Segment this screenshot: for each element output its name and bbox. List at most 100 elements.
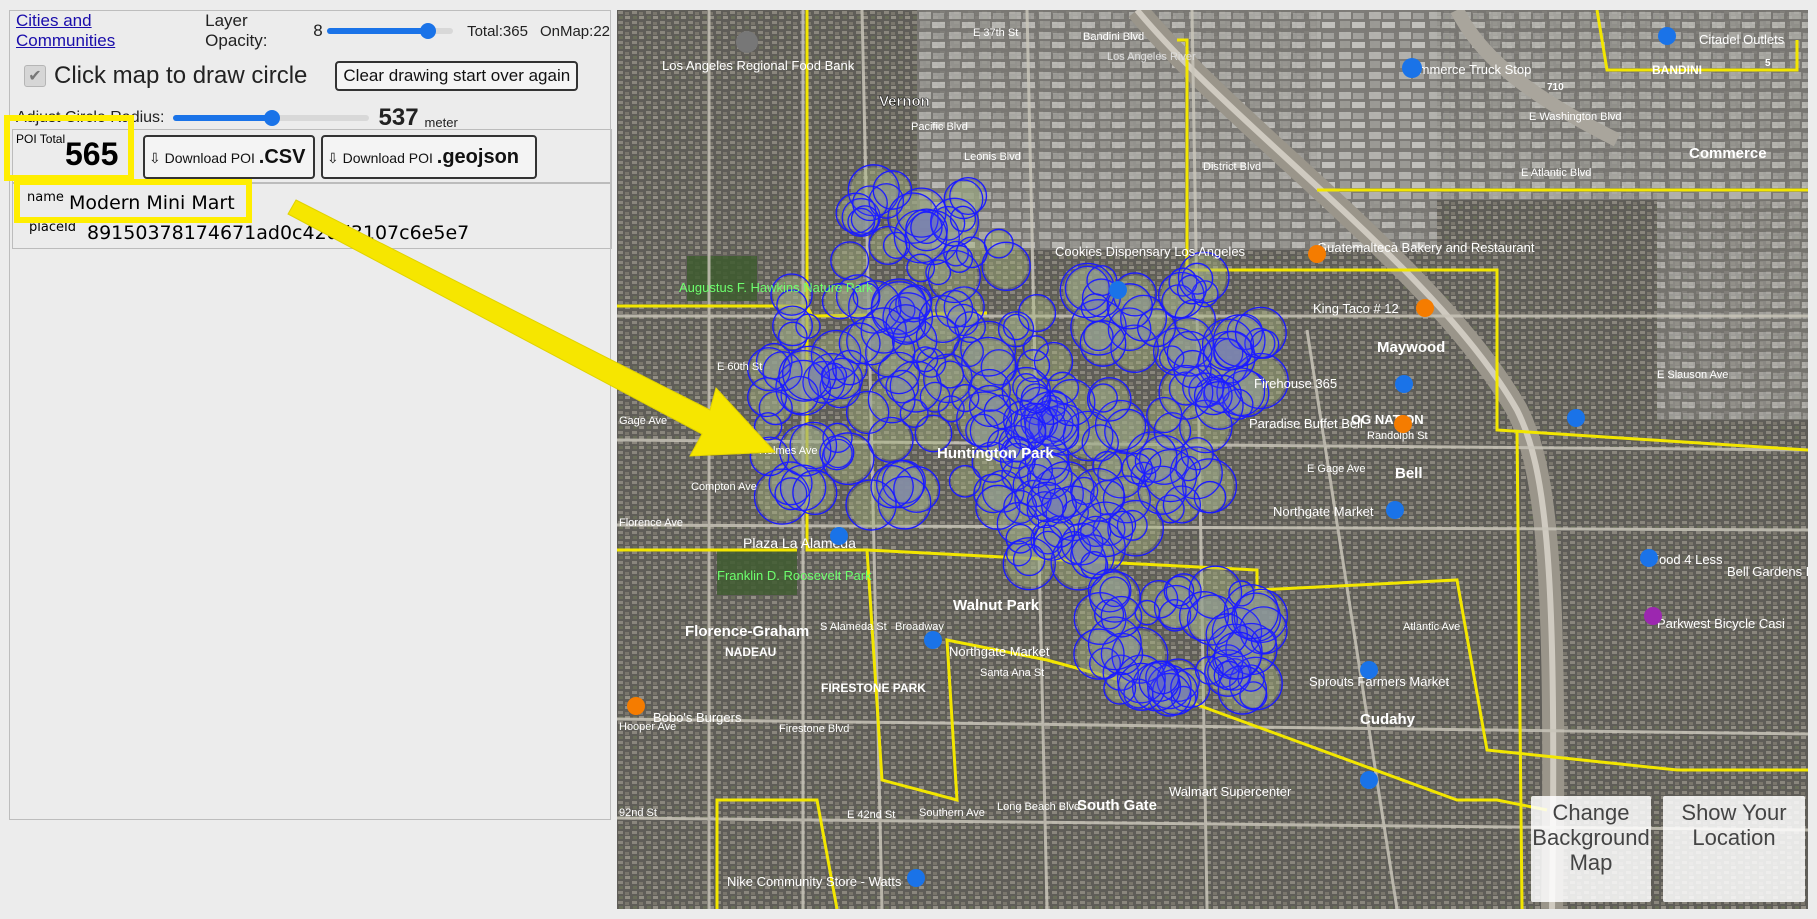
map-view[interactable]: Vernon BANDINI Commerce Citadel Outlets … bbox=[617, 10, 1808, 909]
poi-circle[interactable] bbox=[1026, 481, 1068, 523]
paradise-marker[interactable] bbox=[1394, 415, 1412, 433]
poi-circle[interactable] bbox=[845, 390, 890, 435]
label-northgate-bell: Northgate Market bbox=[1273, 504, 1374, 519]
poi-circle[interactable] bbox=[792, 469, 838, 516]
nike-marker[interactable] bbox=[907, 869, 925, 887]
king-taco-marker[interactable] bbox=[1416, 299, 1434, 317]
label-huntington: Huntington Park bbox=[937, 445, 1054, 462]
opacity-slider-handle[interactable] bbox=[419, 23, 436, 39]
clear-drawing-button[interactable]: Clear drawing start over again bbox=[335, 61, 579, 91]
download-geojson-button[interactable]: ⇩ Download POI .geojson bbox=[321, 135, 537, 179]
poi-circle[interactable] bbox=[1017, 293, 1057, 333]
parkwest-marker[interactable] bbox=[1644, 607, 1662, 625]
show-location-button[interactable]: Show Your Location bbox=[1663, 796, 1805, 902]
poi-row: POI Total 565 ⇩ Download POI .CSV ⇩ Down… bbox=[12, 129, 612, 183]
label-la-food-bank: Los Angeles Regional Food Bank bbox=[662, 58, 855, 73]
radius-slider-handle[interactable] bbox=[264, 110, 281, 126]
citadel-marker[interactable] bbox=[1658, 27, 1676, 45]
plaza-marker[interactable] bbox=[830, 527, 848, 545]
poi-circle[interactable] bbox=[1143, 448, 1198, 503]
label-franklin: Franklin D. Roosevelt Park bbox=[717, 568, 872, 583]
draw-circle-checkbox[interactable]: ✔ bbox=[24, 65, 46, 87]
label-compton: Compton Ave bbox=[691, 481, 757, 493]
download-geojson-label: ⇩ Download POI bbox=[327, 149, 433, 166]
poi-circle[interactable] bbox=[1080, 293, 1110, 323]
poi-circle[interactable] bbox=[1213, 631, 1262, 680]
poi-circle[interactable] bbox=[868, 225, 908, 265]
poi-circle[interactable] bbox=[1108, 510, 1137, 539]
label-guatemalteca: Guatemalteca Bakery and Restaurant bbox=[1317, 240, 1535, 255]
label-florence-graham: Florence-Graham bbox=[685, 623, 809, 640]
guatemalteca-marker[interactable] bbox=[1308, 245, 1326, 263]
poi-circle[interactable] bbox=[951, 383, 980, 413]
firehouse-marker[interactable] bbox=[1395, 375, 1413, 393]
poi-circle[interactable] bbox=[1250, 329, 1280, 359]
food-bank-marker[interactable] bbox=[736, 31, 758, 53]
label-i710: 710 bbox=[1547, 82, 1564, 93]
poi-circle[interactable] bbox=[838, 322, 881, 365]
label-slauson: E Slauson Ave bbox=[1657, 369, 1728, 381]
poi-circle[interactable] bbox=[782, 345, 837, 401]
label-nadeau: NADEAU bbox=[725, 645, 776, 659]
poi-circle[interactable] bbox=[1002, 537, 1056, 591]
radius-slider[interactable] bbox=[172, 110, 369, 126]
poi-circle[interactable] bbox=[850, 205, 880, 234]
poi-circle[interactable] bbox=[1138, 660, 1180, 702]
poi-circle[interactable] bbox=[845, 479, 897, 531]
poi-circle[interactable] bbox=[1177, 251, 1230, 304]
poi-circle[interactable] bbox=[1136, 308, 1177, 348]
poi-circle[interactable] bbox=[872, 170, 913, 210]
walmart-marker[interactable] bbox=[1360, 771, 1378, 789]
radius-value: 537 bbox=[378, 104, 419, 131]
opacity-slider-fill bbox=[326, 28, 428, 34]
draw-row: ✔ Click map to draw circle Clear drawing… bbox=[16, 59, 610, 93]
poi-circle[interactable] bbox=[747, 377, 788, 418]
label-e60th: E 60th St bbox=[717, 361, 762, 373]
control-panel: Cities and Communities Layer Opacity: 8 … bbox=[4, 10, 612, 820]
northgate-wp-marker[interactable] bbox=[924, 631, 942, 649]
og-nation-marker[interactable] bbox=[1567, 409, 1585, 427]
poi-circle[interactable] bbox=[915, 315, 960, 360]
label-firehouse: Firehouse 365 bbox=[1254, 376, 1337, 391]
poi-circle[interactable] bbox=[906, 253, 936, 283]
poi-circle[interactable] bbox=[1173, 349, 1212, 389]
label-bell: Bell bbox=[1395, 465, 1423, 482]
opacity-label: Layer Opacity: bbox=[205, 11, 268, 50]
poi-circle[interactable] bbox=[1020, 383, 1052, 414]
cookies-marker[interactable] bbox=[1109, 281, 1127, 299]
opacity-slider[interactable] bbox=[326, 23, 454, 39]
poi-circle[interactable] bbox=[1163, 575, 1195, 607]
label-augustus: Augustus F. Hawkins Nature Park bbox=[679, 280, 873, 295]
poi-circle[interactable] bbox=[936, 360, 965, 389]
poi-circle[interactable] bbox=[1103, 671, 1137, 705]
poi-circle[interactable] bbox=[1088, 383, 1118, 413]
northgate-bell-marker[interactable] bbox=[1386, 501, 1404, 519]
change-background-button[interactable]: Change Background Map bbox=[1531, 796, 1651, 902]
poi-circle[interactable] bbox=[905, 208, 948, 252]
poi-circle[interactable] bbox=[1100, 595, 1143, 638]
label-parkwest: Parkwest Bicycle Casi bbox=[1657, 616, 1785, 631]
total-value: 365 bbox=[502, 22, 528, 40]
sprouts-marker[interactable] bbox=[1360, 661, 1378, 679]
poi-circle[interactable] bbox=[945, 244, 974, 273]
cities-communities-link[interactable]: Cities and Communities bbox=[16, 11, 193, 51]
label-broadway: Broadway bbox=[895, 621, 944, 633]
commerce-truck-marker[interactable] bbox=[1402, 58, 1422, 78]
poi-circle[interactable] bbox=[949, 205, 977, 232]
bobos-marker[interactable] bbox=[627, 697, 645, 715]
label-la-river: Los Angeles River bbox=[1107, 51, 1196, 63]
radius-label: Adjust Circle Radius: bbox=[16, 109, 165, 126]
food4less-marker[interactable] bbox=[1640, 549, 1658, 567]
radius-unit: meter bbox=[424, 114, 458, 130]
poi-circle[interactable] bbox=[753, 412, 783, 441]
label-bell-gardens: Bell Gardens D bbox=[1727, 564, 1808, 579]
label-e42nd: E 42nd St bbox=[847, 809, 895, 821]
poi-circle[interactable] bbox=[983, 228, 1014, 259]
download-csv-button[interactable]: ⇩ Download POI .CSV bbox=[143, 135, 315, 179]
poi-name: Modern Mini Mart bbox=[69, 192, 235, 214]
poi-circle[interactable] bbox=[1079, 320, 1127, 367]
poi-circle[interactable] bbox=[778, 321, 808, 352]
poi-circle[interactable] bbox=[830, 241, 870, 281]
satellite-map[interactable]: Vernon BANDINI Commerce Citadel Outlets … bbox=[617, 10, 1808, 909]
poi-circle[interactable] bbox=[1194, 381, 1244, 430]
